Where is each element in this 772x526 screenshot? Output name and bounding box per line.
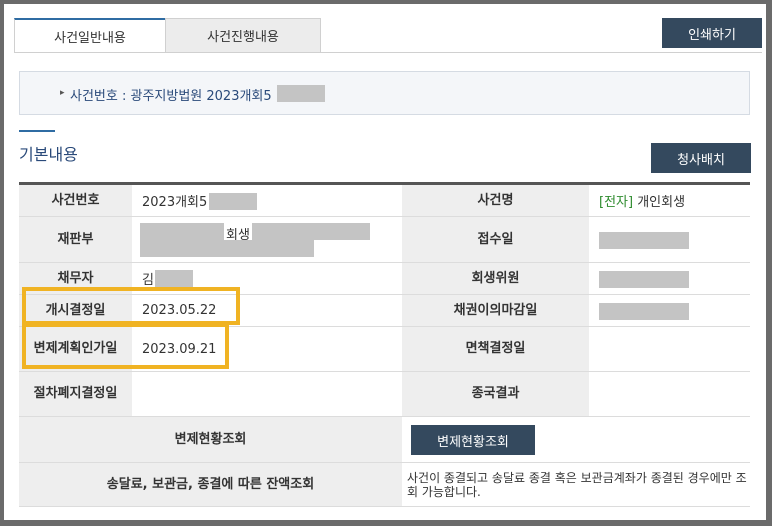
tab-progress[interactable]: 사건진행내용 [165,18,321,53]
redaction-block [599,232,689,249]
redaction-block [599,271,689,288]
table-row: 절차폐지결정일 종국결과 [19,372,750,417]
discharge-label: 면책결정일 [402,327,589,371]
case-detail-panel: 사건일반내용 사건진행내용 인쇄하기 ▸ 사건번호 : 광주지방법원 2023개… [4,4,766,520]
final-result-label: 종국결과 [402,372,589,416]
redaction-block [140,240,314,257]
claim-deadline-label: 채권이의마감일 [402,295,589,326]
highlight-start-date [22,287,240,325]
balance-inquiry-note: 사건이 종결되고 송달료 종결 혹은 보관금계좌가 종결된 경우에만 조회 가능… [402,463,750,506]
redaction-block [599,303,689,320]
section-accent-bar [19,130,55,132]
table-row: 변제현황조회 변제현황조회 [19,417,750,463]
table-row: 사건번호 2023개회5 사건명 [전자] 개인회생 [19,185,750,217]
assign-room-button[interactable]: 청사배치 [651,143,751,173]
redaction-block [277,85,325,102]
balance-inquiry-label: 송달료, 보관금, 종결에 따른 잔액조회 [19,463,402,506]
case-number-text: 사건번호 : 광주지방법원 2023개회5 [70,89,272,104]
court-value: 회생 [132,217,402,262]
tab-general[interactable]: 사건일반내용 [14,18,166,53]
abolish-label: 절차폐지결정일 [19,372,132,416]
bullet-icon: ▸ [60,88,65,98]
table-row: 송달료, 보관금, 종결에 따른 잔액조회 사건이 종결되고 송달료 종결 혹은… [19,463,750,507]
redaction-block [155,270,193,287]
payment-status-cell: 변제현황조회 [402,417,750,462]
section-title: 기본내용 [19,145,78,164]
case-name-value: [전자] 개인회생 [589,185,750,216]
committee-value [589,263,750,294]
discharge-value [589,327,750,371]
tab-divider [14,52,762,53]
receipt-date-value [589,217,750,262]
case-info-table: 사건번호 2023개회5 사건명 [전자] 개인회생 재판부 회생 접수일 채무… [19,182,750,507]
case-number-box: ▸ 사건번호 : 광주지방법원 2023개회5 [19,71,750,115]
print-button[interactable]: 인쇄하기 [662,18,762,48]
payment-status-button[interactable]: 변제현황조회 [411,425,535,455]
payment-status-label: 변제현황조회 [19,417,402,462]
case-name-label: 사건명 [402,185,589,216]
abolish-value [132,372,402,416]
claim-deadline-value [589,295,750,326]
final-result-value [589,372,750,416]
redaction-block [140,223,224,240]
court-label: 재판부 [19,217,132,262]
redaction-block [209,193,257,210]
case-number-label: 사건번호 [19,185,132,216]
table-row: 재판부 회생 접수일 [19,217,750,263]
electronic-tag: [전자] [599,195,634,210]
redaction-block [252,223,370,240]
case-number-value: 2023개회5 [132,185,402,216]
receipt-date-label: 접수일 [402,217,589,262]
highlight-plan-date [22,323,229,369]
committee-label: 회생위원 [402,263,589,294]
